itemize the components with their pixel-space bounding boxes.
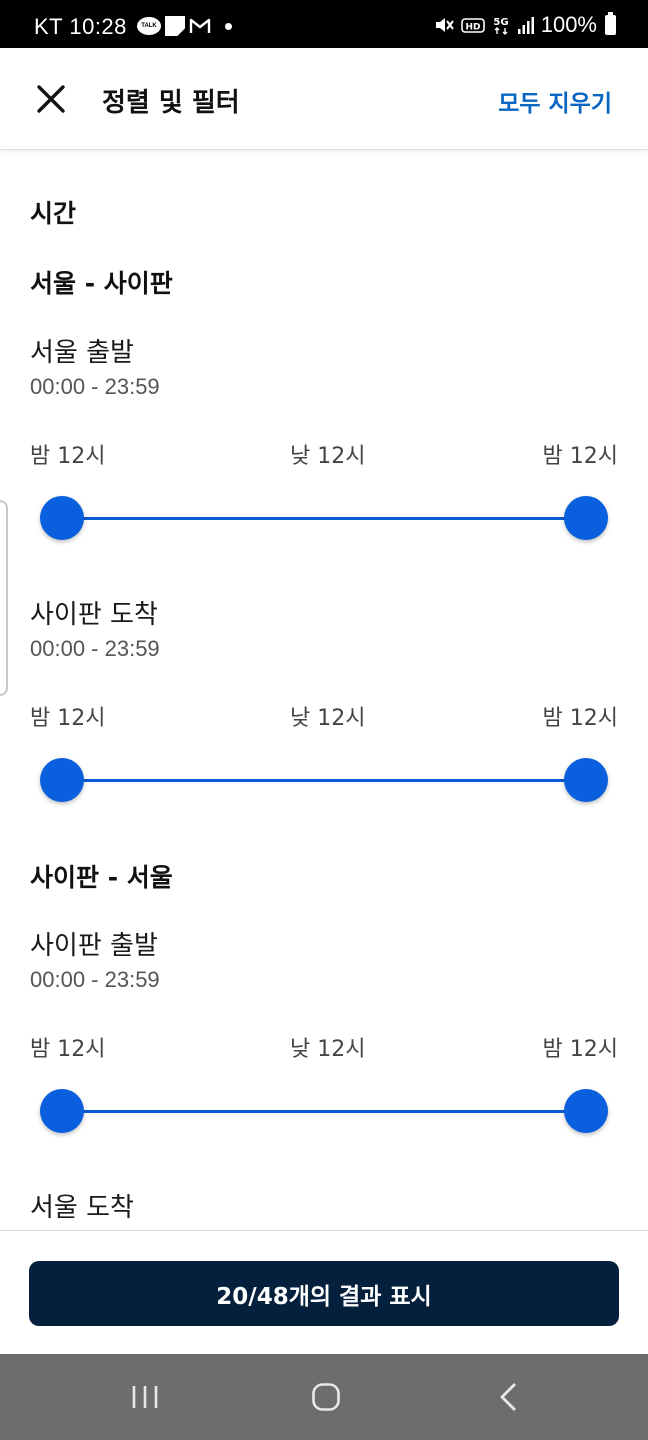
slider-end-handle[interactable] [564, 758, 608, 802]
section-title-time: 시간 [30, 199, 77, 228]
time-range: 00:00 - 23:59 [30, 374, 160, 399]
slider-start-handle[interactable] [40, 758, 84, 802]
signal-icon [517, 17, 534, 34]
system-nav-bar [0, 1354, 648, 1440]
battery-level: 100% [540, 12, 597, 37]
filter-content[interactable]: 시간 서울 - 사이판 서울 출발 00:00 - 23:59 밤 12시 낮 … [0, 150, 648, 1230]
5g-icon: 5G [493, 17, 508, 35]
route-title: 서울 - 사이판 [30, 269, 173, 298]
recent-apps-icon[interactable] [130, 1384, 160, 1410]
route-title: 사이판 - 서울 [30, 863, 173, 892]
footer: 20/48개의 결과 표시 [0, 1230, 648, 1354]
time-range-slider[interactable] [40, 758, 608, 804]
tick-middle: 낮 12시 [290, 444, 366, 469]
tick-end: 밤 12시 [542, 706, 618, 731]
slider-start-handle[interactable] [40, 1089, 84, 1133]
clear-all-button[interactable]: 모두 지우기 [498, 84, 612, 118]
arrival-label: 서울 도착 [30, 1193, 134, 1223]
close-icon[interactable] [30, 78, 72, 120]
home-icon[interactable] [311, 1382, 341, 1412]
slider-start-handle[interactable] [40, 496, 84, 540]
side-panel-handle [0, 500, 8, 696]
mute-icon [435, 18, 454, 32]
hd-icon: HD [460, 18, 485, 33]
time-range: 00:00 - 23:59 [30, 636, 160, 661]
filter-header: 정렬 및 필터 모두 지우기 [0, 48, 648, 150]
status-carrier-time: KT 10:28 [34, 14, 127, 39]
tick-middle: 낮 12시 [290, 1037, 366, 1062]
tick-end: 밤 12시 [542, 1037, 618, 1062]
tick-start: 밤 12시 [30, 1037, 106, 1062]
tick-middle: 낮 12시 [290, 706, 366, 731]
svg-text:5G: 5G [493, 17, 508, 28]
gmail-icon [189, 18, 211, 33]
slider-track [62, 1110, 586, 1113]
status-right: HD 5G 100% [433, 12, 616, 37]
notification-icons: TALK [137, 15, 232, 37]
battery-icon [605, 12, 616, 35]
tick-end: 밤 12시 [542, 444, 618, 469]
status-bar: KT 10:28 TALK HD 5G 100% [0, 0, 648, 48]
note-icon [165, 16, 185, 36]
slider-end-handle[interactable] [564, 496, 608, 540]
arrival-label: 사이판 도착 [30, 600, 158, 630]
more-notifications-icon [225, 22, 232, 30]
svg-text:HD: HD [465, 23, 480, 33]
slider-track [62, 517, 586, 520]
show-results-button[interactable]: 20/48개의 결과 표시 [29, 1261, 619, 1326]
tick-start: 밤 12시 [30, 706, 106, 731]
back-icon[interactable] [497, 1382, 521, 1412]
kakaotalk-icon: TALK [137, 17, 161, 35]
time-range-slider[interactable] [40, 1089, 608, 1135]
time-range: 00:00 - 23:59 [30, 967, 160, 992]
slider-track [62, 779, 586, 782]
departure-label: 서울 출발 [30, 338, 134, 368]
departure-label: 사이판 출발 [30, 931, 158, 961]
slider-end-handle[interactable] [564, 1089, 608, 1133]
time-range-slider[interactable] [40, 496, 608, 542]
page-title: 정렬 및 필터 [102, 88, 240, 118]
tick-start: 밤 12시 [30, 444, 106, 469]
